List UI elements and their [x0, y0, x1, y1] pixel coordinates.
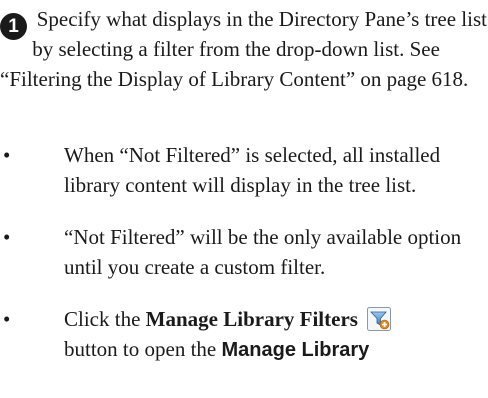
list-item: • Click the Manage Library Filters butto…	[0, 304, 488, 365]
list-item: • When “Not Filtered” is selected, all i…	[0, 140, 488, 200]
bullet-marker: •	[3, 143, 11, 167]
bullet-marker: •	[3, 225, 11, 249]
bullet-marker: •	[3, 307, 11, 331]
step-text: Specify what displays in the Directory P…	[0, 7, 487, 91]
step-1: 1 Specify what displays in the Directory…	[0, 4, 488, 94]
bullet-list: • When “Not Filtered” is selected, all i…	[0, 140, 488, 387]
document-page: 1 Specify what displays in the Directory…	[0, 0, 488, 398]
bullet-text: When “Not Filtered” is selected, all ins…	[64, 143, 441, 197]
list-item: • “Not Filtered” will be the only availa…	[0, 222, 488, 282]
bullet-middle: button to open the	[64, 337, 222, 361]
step-number-badge: 1	[0, 13, 27, 40]
bullet-text: “Not Filtered” will be the only availabl…	[64, 225, 462, 279]
bullet-prefix: Click the	[64, 307, 146, 331]
manage-library-filters-icon	[367, 307, 392, 331]
manage-library-filters-label: Manage Library Filters	[145, 307, 358, 331]
manage-library-dialog-name: Manage Library	[221, 339, 370, 361]
